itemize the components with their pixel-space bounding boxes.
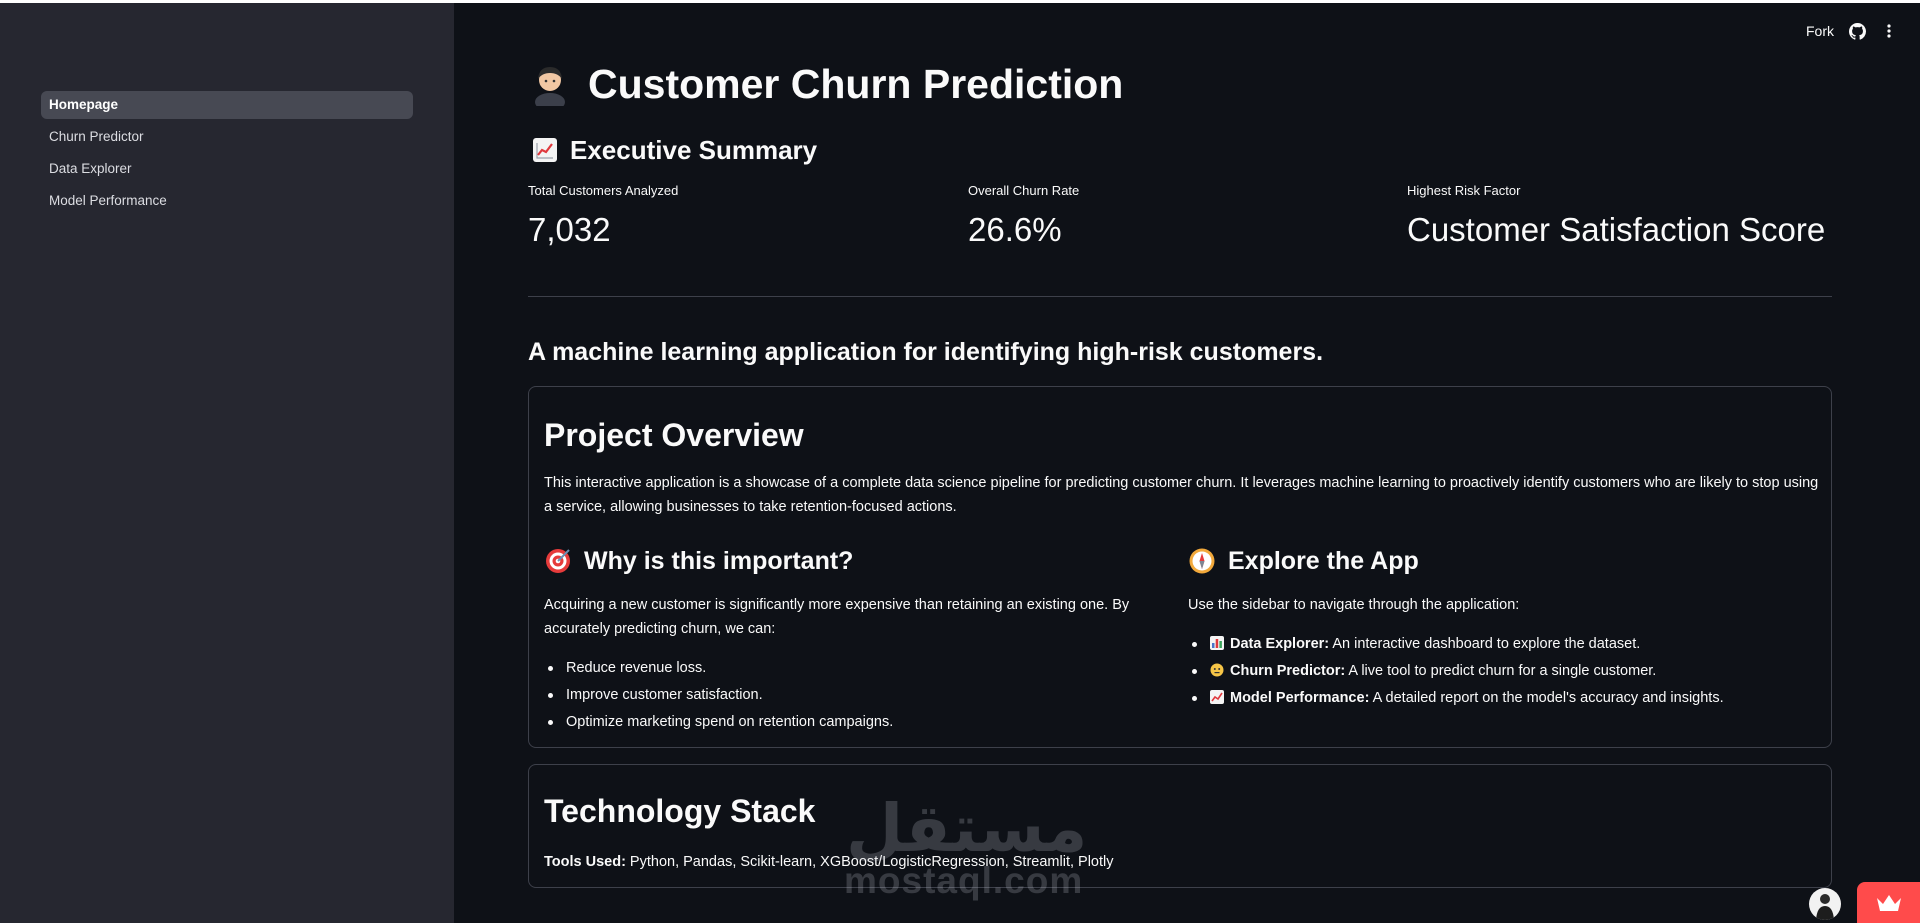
explore-item-text: An interactive dashboard to explore the …	[1329, 636, 1641, 652]
face-icon	[1210, 660, 1224, 677]
explore-item-text: A live tool to predict churn for a singl…	[1345, 663, 1657, 679]
metric-churn-rate: Overall Churn Rate 26.6%	[968, 183, 1079, 249]
project-overview-card: Project Overview This interactive applic…	[528, 386, 1832, 748]
github-icon[interactable]	[1848, 22, 1866, 40]
divider	[528, 296, 1832, 297]
metric-total-customers: Total Customers Analyzed 7,032	[528, 183, 678, 249]
crown-icon[interactable]	[1857, 882, 1920, 923]
tagline: A machine learning application for ident…	[528, 338, 1324, 366]
sidebar-item-data-explorer[interactable]: Data Explorer	[41, 155, 413, 183]
explore-item-strong: Churn Predictor:	[1230, 663, 1346, 679]
person-icon	[528, 62, 572, 111]
project-overview-heading: Project Overview	[544, 417, 804, 453]
metric-highest-risk-factor: Highest Risk Factor Customer Satisfactio…	[1407, 183, 1825, 249]
metric-label: Overall Churn Rate	[968, 183, 1080, 198]
avatar[interactable]	[1809, 888, 1841, 920]
explore-app-heading: Explore the App	[1188, 543, 1808, 579]
main-content: Customer Churn Prediction Executive Summ…	[528, 0, 1832, 923]
sidebar-nav: Homepage Churn Predictor Data Explorer M…	[41, 91, 413, 219]
list-item: Optimize marketing spend on retention ca…	[544, 709, 1164, 736]
technology-stack-card: Technology Stack Tools Used: Python, Pan…	[528, 764, 1832, 888]
explore-item-text: A detailed report on the model's accurac…	[1369, 690, 1724, 706]
chart-increasing-icon	[1210, 687, 1224, 704]
tools-list: Python, Pandas, Scikit-learn, XGBoost/Lo…	[625, 854, 1114, 870]
metric-value: 26.6%	[968, 211, 1062, 248]
metric-label: Total Customers Analyzed	[528, 183, 679, 198]
sidebar-item-homepage[interactable]: Homepage	[41, 91, 413, 119]
metric-value: Customer Satisfaction Score	[1407, 211, 1826, 248]
bar-chart-icon	[1210, 633, 1224, 650]
explore-app-text: Use the sidebar to navigate through the …	[1188, 597, 1520, 613]
target-icon	[544, 547, 572, 575]
why-important-list: Reduce revenue loss. Improve customer sa…	[544, 655, 1164, 736]
metric-label: Highest Risk Factor	[1407, 183, 1521, 198]
page-title: Customer Churn Prediction	[528, 58, 1124, 111]
page-title-text: Customer Churn Prediction	[588, 60, 1124, 107]
compass-icon	[1188, 547, 1216, 575]
technology-stack-heading: Technology Stack	[544, 793, 816, 829]
why-important-text: Acquiring a new customer is significantl…	[544, 597, 1130, 637]
explore-app-section: Explore the App Use the sidebar to navig…	[1188, 543, 1808, 712]
sidebar-item-model-performance[interactable]: Model Performance	[41, 187, 413, 215]
explore-item-strong: Model Performance:	[1230, 690, 1370, 706]
project-overview-paragraph: This interactive application is a showca…	[544, 475, 1819, 515]
list-item: Improve customer satisfaction.	[544, 682, 1164, 709]
why-important-section: Why is this important? Acquiring a new c…	[544, 543, 1164, 736]
why-important-title: Why is this important?	[584, 546, 854, 575]
list-item: Churn Predictor: A live tool to predict …	[1188, 658, 1808, 685]
technology-stack-tools: Tools Used: Python, Pandas, Scikit-learn…	[544, 850, 1819, 874]
list-item: Reduce revenue loss.	[544, 655, 1164, 682]
explore-app-title: Explore the App	[1228, 546, 1419, 575]
sidebar: Homepage Churn Predictor Data Explorer M…	[0, 3, 454, 923]
executive-summary-heading: Executive Summary	[532, 132, 817, 168]
metric-value: 7,032	[528, 211, 611, 248]
list-item: Model Performance: A detailed report on …	[1188, 685, 1808, 712]
why-important-heading: Why is this important?	[544, 543, 1164, 579]
chart-increasing-icon	[532, 137, 558, 163]
tools-label: Tools Used:	[544, 854, 626, 870]
explore-app-list: Data Explorer: An interactive dashboard …	[1188, 631, 1808, 712]
explore-item-strong: Data Explorer:	[1230, 636, 1330, 652]
list-item: Data Explorer: An interactive dashboard …	[1188, 631, 1808, 658]
executive-summary-title: Executive Summary	[570, 134, 818, 165]
more-vertical-icon[interactable]	[1880, 22, 1898, 40]
sidebar-item-churn-predictor[interactable]: Churn Predictor	[41, 123, 413, 151]
